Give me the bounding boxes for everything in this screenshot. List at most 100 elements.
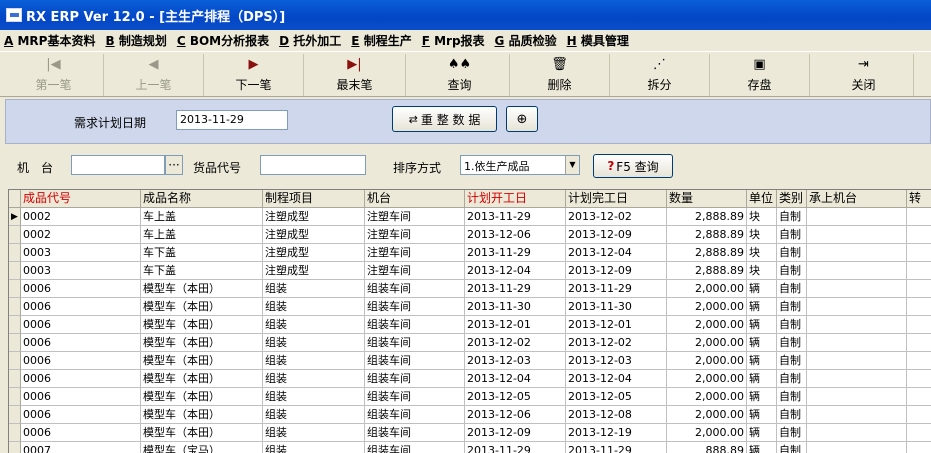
table-cell[interactable]: 注塑成型 — [263, 262, 365, 280]
row-indicator[interactable] — [9, 226, 21, 244]
row-indicator[interactable] — [9, 352, 21, 370]
table-cell[interactable]: 组装车间 — [365, 442, 465, 453]
table-row[interactable]: 0006 模型车（本田） 组装 组装车间 2013-11-29 2013-11-29 2,0… — [9, 280, 931, 298]
delete-button[interactable]: 🗑 删除 — [510, 54, 610, 96]
table-cell[interactable] — [807, 370, 907, 388]
table-cell[interactable]: 车下盖 — [141, 244, 263, 262]
table-cell[interactable]: 注塑车间 — [365, 262, 465, 280]
table-cell[interactable] — [807, 442, 907, 453]
table-cell[interactable]: 块 — [747, 262, 777, 280]
table-cell[interactable]: 0006 — [21, 316, 141, 334]
table-cell[interactable]: 0002 — [21, 226, 141, 244]
table-row[interactable]: 0003 车下盖 注塑成型 注塑车间 2013-11-29 2013-12-04 2,888… — [9, 244, 931, 262]
table-cell[interactable] — [907, 370, 931, 388]
table-cell[interactable]: 模型车（本田） — [141, 352, 263, 370]
table-cell[interactable]: 注塑车间 — [365, 208, 465, 226]
row-indicator[interactable] — [9, 316, 21, 334]
table-cell[interactable]: 2013-12-04 — [465, 370, 566, 388]
table-cell[interactable] — [907, 316, 931, 334]
table-cell[interactable]: 组装 — [263, 388, 365, 406]
table-cell[interactable] — [807, 424, 907, 442]
table-row[interactable]: 0006 模型车（本田） 组装 组装车间 2013-12-02 2013-12-02 2,0… — [9, 334, 931, 352]
table-cell[interactable]: 0006 — [21, 388, 141, 406]
table-cell[interactable]: 2013-11-29 — [465, 280, 566, 298]
table-cell[interactable]: 组装车间 — [365, 298, 465, 316]
row-indicator[interactable] — [9, 442, 21, 453]
product-code-input[interactable] — [260, 155, 366, 175]
sort-select[interactable]: 1.依生产成品 ▼ — [460, 155, 580, 175]
menu-item-h[interactable]: H 模具管理 — [567, 32, 629, 49]
table-cell[interactable]: 注塑成型 — [263, 208, 365, 226]
table-cell[interactable]: 辆 — [747, 280, 777, 298]
table-row[interactable]: 0006 模型车（本田） 组装 组装车间 2013-12-01 2013-12-01 2,0… — [9, 316, 931, 334]
table-cell[interactable]: 自制 — [777, 388, 807, 406]
table-row[interactable]: 0006 模型车（本田） 组装 组装车间 2013-11-30 2013-11-30 2,0… — [9, 298, 931, 316]
table-cell[interactable]: 辆 — [747, 298, 777, 316]
close-button[interactable]: ⇥ 关闭 — [814, 54, 914, 96]
table-cell[interactable]: 0006 — [21, 280, 141, 298]
table-cell[interactable]: 0006 — [21, 298, 141, 316]
table-cell[interactable]: 2,888.89 — [667, 244, 747, 262]
row-indicator[interactable] — [9, 298, 21, 316]
table-cell[interactable]: 自制 — [777, 208, 807, 226]
table-cell[interactable]: 0006 — [21, 352, 141, 370]
column-header[interactable]: 成品代号 — [21, 190, 141, 208]
table-cell[interactable]: 2,000.00 — [667, 352, 747, 370]
table-cell[interactable]: 0006 — [21, 424, 141, 442]
table-cell[interactable] — [907, 262, 931, 280]
app-icon[interactable] — [6, 8, 22, 22]
table-cell[interactable]: 组装 — [263, 298, 365, 316]
table-cell[interactable]: 2013-12-06 — [465, 226, 566, 244]
table-cell[interactable]: 2013-12-08 — [566, 406, 667, 424]
table-cell[interactable]: 2013-11-29 — [465, 442, 566, 453]
prev-record-button[interactable]: ◀ 上一笔 — [104, 54, 204, 96]
table-cell[interactable]: 2013-11-29 — [465, 244, 566, 262]
table-cell[interactable]: 自制 — [777, 226, 807, 244]
table-cell[interactable]: 0006 — [21, 334, 141, 352]
column-header[interactable]: 计划完工日 — [566, 190, 667, 208]
table-cell[interactable]: 组装 — [263, 316, 365, 334]
menu-item-d[interactable]: D 托外加工 — [279, 32, 341, 49]
table-cell[interactable]: 2013-12-02 — [566, 208, 667, 226]
row-indicator[interactable] — [9, 262, 21, 280]
table-cell[interactable] — [907, 280, 931, 298]
table-cell[interactable]: 组装车间 — [365, 352, 465, 370]
table-cell[interactable]: 辆 — [747, 388, 777, 406]
table-cell[interactable]: 自制 — [777, 442, 807, 453]
table-cell[interactable]: 自制 — [777, 352, 807, 370]
first-record-button[interactable]: |◀ 第一笔 — [4, 54, 104, 96]
table-cell[interactable] — [807, 208, 907, 226]
table-cell[interactable] — [907, 352, 931, 370]
column-header[interactable]: 单位 — [747, 190, 777, 208]
table-cell[interactable]: 组装 — [263, 424, 365, 442]
row-indicator[interactable] — [9, 244, 21, 262]
table-cell[interactable] — [807, 298, 907, 316]
table-cell[interactable]: 注塑车间 — [365, 244, 465, 262]
table-cell[interactable]: 组装车间 — [365, 406, 465, 424]
table-cell[interactable]: 2013-12-01 — [566, 316, 667, 334]
table-cell[interactable]: 辆 — [747, 406, 777, 424]
split-button[interactable]: ⋰ 拆分 — [610, 54, 710, 96]
table-cell[interactable]: 模型车（宝马） — [141, 442, 263, 453]
table-cell[interactable]: 2,000.00 — [667, 424, 747, 442]
table-cell[interactable]: 2013-12-06 — [465, 406, 566, 424]
table-cell[interactable]: 辆 — [747, 424, 777, 442]
column-header[interactable]: 类别 — [777, 190, 807, 208]
table-cell[interactable]: 2013-12-19 — [566, 424, 667, 442]
table-cell[interactable] — [807, 262, 907, 280]
table-cell[interactable]: 组装 — [263, 442, 365, 453]
table-cell[interactable]: 自制 — [777, 334, 807, 352]
table-cell[interactable]: 车下盖 — [141, 262, 263, 280]
column-header[interactable]: 数量 — [667, 190, 747, 208]
row-indicator[interactable] — [9, 370, 21, 388]
table-cell[interactable]: 2013-12-03 — [566, 352, 667, 370]
table-cell[interactable]: 2013-11-30 — [566, 298, 667, 316]
table-cell[interactable]: 自制 — [777, 316, 807, 334]
table-row[interactable]: 0002 车上盖 注塑成型 注塑车间 2013-12-06 2013-12-09 2,888… — [9, 226, 931, 244]
table-cell[interactable]: 2013-11-29 — [566, 280, 667, 298]
table-row[interactable]: 0006 模型车（本田） 组装 组装车间 2013-12-03 2013-12-03 2,0… — [9, 352, 931, 370]
column-header[interactable]: 转 — [907, 190, 931, 208]
table-cell[interactable] — [907, 424, 931, 442]
table-cell[interactable]: 2,000.00 — [667, 388, 747, 406]
table-cell[interactable]: 0006 — [21, 406, 141, 424]
